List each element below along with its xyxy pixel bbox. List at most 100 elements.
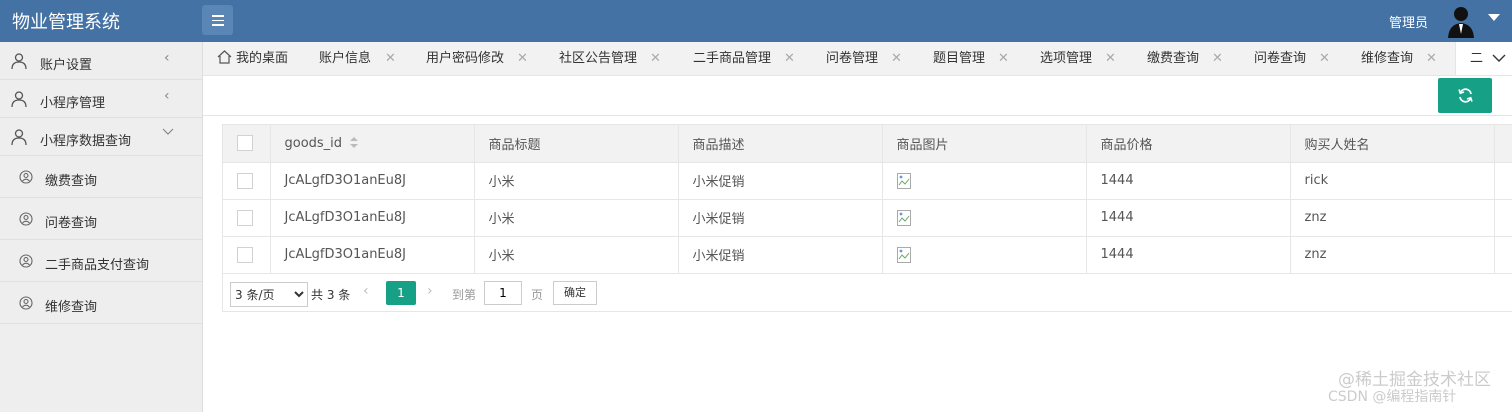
close-icon[interactable]: ✕ <box>891 42 902 75</box>
close-icon[interactable]: ✕ <box>1105 42 1116 75</box>
sidebar-group-label: 账户设置 <box>40 58 93 73</box>
user-circle-icon <box>19 254 33 268</box>
chevron-down-icon <box>162 128 174 135</box>
sidebar-group-miniprogram-data-query[interactable]: 小程序数据查询 <box>0 118 202 156</box>
cell-description: 小米促销 <box>678 162 883 200</box>
tab-home[interactable]: 我的桌面 <box>217 42 289 75</box>
cell-buyer: znz <box>1290 236 1495 274</box>
user-dropdown-caret-icon[interactable] <box>1488 14 1500 21</box>
sort-icon[interactable] <box>350 137 359 149</box>
confirm-goto-button[interactable]: 确定 <box>553 281 597 305</box>
tab-secondhand-goods[interactable]: 二手商品管理 ✕ <box>693 42 795 75</box>
row-checkbox[interactable] <box>237 209 253 226</box>
column-header-price: 商品价格 <box>1086 125 1291 163</box>
user-circle-icon <box>19 212 33 226</box>
sidebar-group-label: 小程序管理 <box>40 96 106 111</box>
chevron-left-icon: ‹ <box>164 50 170 66</box>
row-checkbox[interactable] <box>237 172 253 189</box>
column-header-title: 商品标题 <box>474 125 679 163</box>
cell-goods-id: JcALgfD3O1anEu8J <box>270 162 475 200</box>
sidebar-group-miniprogram-management[interactable]: 小程序管理 ‹ <box>0 80 202 118</box>
chevron-left-icon: ‹ <box>164 88 170 104</box>
watermark-line2: CSDN @编程指南针 <box>1328 389 1457 405</box>
tab-question-management[interactable]: 题目管理 ✕ <box>933 42 1009 75</box>
cell-description: 小米促销 <box>678 199 883 237</box>
tab-option-management[interactable]: 选项管理 ✕ <box>1040 42 1116 75</box>
tab-payment-query[interactable]: 缴费查询 ✕ <box>1147 42 1223 75</box>
row-checkbox[interactable] <box>237 246 253 263</box>
sidebar-item-questionnaire-query[interactable]: 问卷查询 <box>0 198 202 240</box>
tab-label: 问卷管理 <box>826 51 879 66</box>
refresh-icon <box>1458 88 1473 103</box>
tab-label: 账户信息 <box>319 51 372 66</box>
tab-questionnaire-management[interactable]: 问卷管理 ✕ <box>826 42 902 75</box>
page-size-select[interactable]: 3 条/页 <box>230 282 308 307</box>
tab-label: 用户密码修改 <box>426 51 505 66</box>
tab-label: 问卷查询 <box>1254 51 1307 66</box>
cell-price: 1444 <box>1086 199 1291 237</box>
prev-page-icon[interactable]: ‹ <box>363 283 369 299</box>
tab-password-change[interactable]: 用户密码修改 ✕ <box>426 42 528 75</box>
tab-repair-query[interactable]: 维修查询 ✕ <box>1361 42 1437 75</box>
table-row: JcALgfD3O1anEu8J 小米 小米促销 1444 rick <box>223 162 1512 200</box>
menu-toggle-button[interactable] <box>202 5 233 35</box>
total-count: 共 3 条 <box>311 288 351 302</box>
cell-image <box>882 199 1087 237</box>
sidebar-item-label: 维修查询 <box>45 300 98 315</box>
page-unit-label: 页 <box>531 288 544 302</box>
sidebar-item-secondhand-payment-query[interactable]: 二手商品支付查询 <box>0 240 202 282</box>
tab-community-notice[interactable]: 社区公告管理 ✕ <box>559 42 661 75</box>
tab-label: 缴费查询 <box>1147 51 1200 66</box>
user-avatar-icon[interactable] <box>1446 4 1476 38</box>
top-header: 物业管理系统 管理员 <box>0 0 1512 42</box>
close-icon[interactable]: ✕ <box>1319 42 1330 75</box>
cell-image <box>882 162 1087 200</box>
watermark-line1: @稀土掘金技术社区 <box>1338 370 1491 390</box>
tab-label: 二手商品管理 <box>693 51 772 66</box>
close-icon[interactable]: ✕ <box>784 42 795 75</box>
hamburger-icon <box>212 15 224 17</box>
home-icon <box>217 50 232 64</box>
tab-account-info[interactable]: 账户信息 ✕ <box>319 42 396 75</box>
next-page-icon[interactable]: › <box>427 283 433 299</box>
goto-page-input[interactable] <box>484 281 522 305</box>
close-icon[interactable]: ✕ <box>385 42 396 75</box>
table-row: JcALgfD3O1anEu8J 小米 小米促销 1444 znz <box>223 236 1512 274</box>
select-all-cell <box>223 125 271 163</box>
close-icon[interactable]: ✕ <box>517 42 528 75</box>
column-header-description: 商品描述 <box>678 125 883 163</box>
user-icon <box>11 129 27 146</box>
table-header-row: goods_id 商品标题 商品描述 商品图片 商品价格 购买人姓名 <box>223 125 1512 163</box>
tab-truncated-label: 二 <box>1470 51 1484 66</box>
tab-questionnaire-query[interactable]: 问卷查询 ✕ <box>1254 42 1330 75</box>
column-header-goods-id[interactable]: goods_id <box>270 125 475 163</box>
user-name[interactable]: 管理员 <box>1389 12 1428 31</box>
close-icon[interactable]: ✕ <box>1426 42 1437 75</box>
column-header-filler <box>1494 125 1512 163</box>
broken-image-icon <box>896 246 911 263</box>
sidebar-item-label: 二手商品支付查询 <box>45 258 150 273</box>
sidebar-item-repair-query[interactable]: 维修查询 <box>0 282 202 324</box>
cell-description: 小米促销 <box>678 236 883 274</box>
sidebar-item-payment-query[interactable]: 缴费查询 <box>0 156 202 198</box>
row-select-cell <box>223 236 271 274</box>
tab-label: 题目管理 <box>933 51 986 66</box>
close-icon[interactable]: ✕ <box>1212 42 1223 75</box>
tab-more-dropdown[interactable]: 二 <box>1455 42 1512 75</box>
column-header-buyer: 购买人姓名 <box>1290 125 1495 163</box>
refresh-button[interactable] <box>1438 78 1492 113</box>
cell-image <box>882 236 1087 274</box>
select-all-checkbox[interactable] <box>237 135 253 152</box>
close-icon[interactable]: ✕ <box>998 42 1009 75</box>
tab-label: 选项管理 <box>1040 51 1093 66</box>
close-icon[interactable]: ✕ <box>650 42 661 75</box>
tab-label: 维修查询 <box>1361 51 1414 66</box>
sidebar-group-label: 小程序数据查询 <box>40 134 132 149</box>
sidebar-group-account-settings[interactable]: 账户设置 ‹ <box>0 42 202 80</box>
chevron-down-icon <box>1492 54 1506 62</box>
goods-payment-table: goods_id 商品标题 商品描述 商品图片 商品价格 购买人姓名 JcALg… <box>223 125 1512 274</box>
pagination: 3 条/页 共 3 条 ‹ 1 › 到第 页 确定 <box>223 275 1512 312</box>
current-page-button[interactable]: 1 <box>386 281 416 305</box>
tab-label: 我的桌面 <box>236 51 289 66</box>
cell-title: 小米 <box>474 236 679 274</box>
